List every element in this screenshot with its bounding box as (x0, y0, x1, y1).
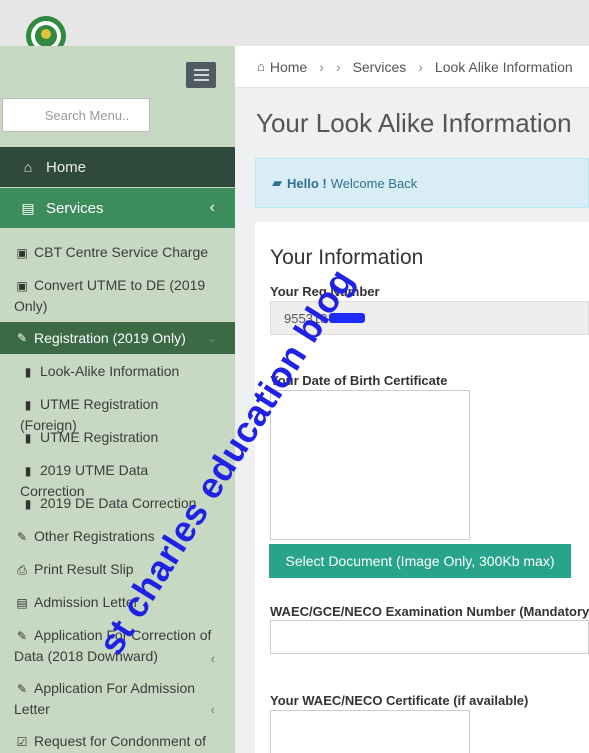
print-icon: ⎙ (17, 563, 27, 577)
dob-certificate-preview (270, 390, 470, 540)
home-icon: ⌂ (23, 159, 33, 175)
sidebar-item-registration[interactable]: ✎ Registration (2019 Only) ⌄ (0, 322, 235, 354)
select-document-button[interactable]: Select Document (Image Only, 300Kb max) (269, 544, 571, 578)
book-icon: ▮ (24, 431, 32, 445)
home-icon: ⌂ (257, 59, 265, 74)
sidebar-item-label: Services (46, 199, 104, 217)
exam-number-label: WAEC/GCE/NECO Examination Number (Mandat… (270, 604, 589, 619)
sidebar-item-label: Registration (2019 Only) (34, 330, 186, 346)
top-bar (0, 0, 589, 56)
sidebar-item-home[interactable]: ⌂ Home (0, 147, 235, 187)
book-icon: ▮ (24, 365, 32, 379)
sidebar-item-services[interactable]: ▤ Services ‹ (0, 188, 235, 228)
chevron-left-icon: ‹ (210, 702, 215, 717)
breadcrumb: ⌂ Home › › Services › Look Alike Informa… (235, 46, 589, 88)
section-title: Your Information (270, 246, 424, 269)
folder-open-icon: ▰ (272, 175, 282, 190)
sidebar-item-convert-utme[interactable]: ▣ Convert UTME to DE (2019 Only) (0, 275, 235, 316)
edit-icon: ✎ (16, 331, 28, 345)
sidebar-item-condonment[interactable]: ☑ Request for Condonment of (0, 731, 235, 752)
book-icon: ▮ (24, 464, 32, 478)
document-icon: ▤ (16, 596, 28, 610)
check-icon: ☑ (16, 735, 28, 749)
waec-certificate-label: Your WAEC/NECO Certificate (if available… (270, 693, 529, 708)
chevron-left-icon: ‹ (209, 199, 215, 216)
chevron-left-icon: ‹ (210, 651, 215, 666)
breadcrumb-current: Look Alike Information (434, 58, 573, 75)
money-icon: ▣ (16, 279, 28, 293)
sidebar-item-label: Convert UTME to DE (2019 Only) (14, 277, 206, 314)
sidebar-item-look-alike[interactable]: ▮ Look-Alike Information (0, 361, 235, 382)
sidebar-item-utme-registration[interactable]: ▮ UTME Registration (0, 427, 235, 448)
book-icon: ▮ (24, 497, 32, 511)
sidebar-item-label: Other Registrations (34, 528, 155, 544)
welcome-alert: ▰ Hello ! Welcome Back (255, 158, 589, 208)
alert-greeting: Hello ! (287, 175, 327, 191)
sidebar-item-label: Application For Admission Letter (14, 680, 196, 717)
chevron-right-icon: › (319, 58, 324, 75)
pencil-icon: ✎ (16, 629, 28, 643)
chevron-right-icon: › (418, 58, 423, 75)
money-icon: ▣ (16, 246, 28, 260)
sidebar-item-label: Look-Alike Information (40, 363, 180, 379)
alert-text: Welcome Back (330, 175, 418, 191)
sidebar-item-print-result[interactable]: ⎙ Print Result Slip (0, 559, 235, 580)
page-title: Your Look Alike Information (256, 108, 572, 138)
sidebar-item-label: CBT Centre Service Charge (34, 244, 209, 260)
book-icon: ▮ (24, 398, 32, 412)
exam-number-input[interactable] (270, 620, 589, 654)
search-menu-input[interactable] (2, 98, 150, 132)
list-icon: ▤ (21, 199, 35, 216)
pencil-icon: ✎ (16, 682, 28, 696)
chevron-right-icon: › (335, 58, 341, 75)
sidebar-item-label: UTME Registration (40, 429, 159, 445)
sidebar-item-label: Home (46, 158, 87, 176)
edit-icon: ✎ (16, 530, 28, 544)
sidebar-item-label: Print Result Slip (34, 561, 134, 577)
waec-certificate-preview (270, 710, 470, 753)
menu-toggle-button[interactable] (186, 62, 216, 88)
sidebar-item-admission-application[interactable]: ✎ Application For Admission Letter ‹ (0, 678, 235, 719)
breadcrumb-services[interactable]: Services (353, 59, 407, 75)
sidebar-item-cbt-charge[interactable]: ▣ CBT Centre Service Charge (0, 242, 235, 263)
chevron-down-icon: ⌄ (206, 331, 217, 345)
sidebar-item-label: Request for Condonment of (34, 733, 206, 749)
breadcrumb-home[interactable]: Home (270, 59, 307, 75)
